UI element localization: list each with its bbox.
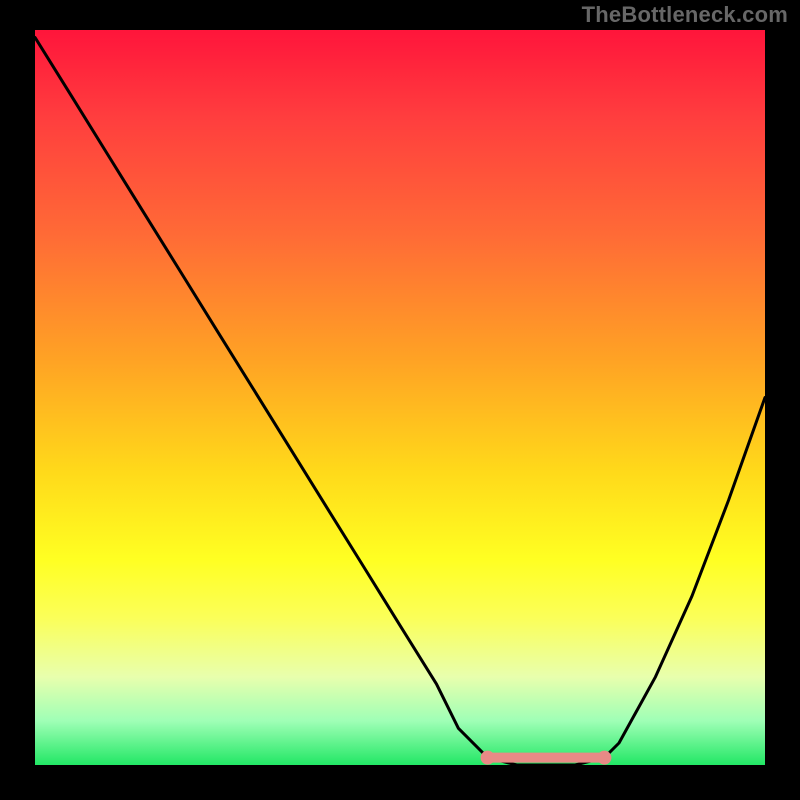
watermark-text: TheBottleneck.com [582, 2, 788, 28]
flat-region-markers [481, 751, 612, 765]
chart-stage: TheBottleneck.com [0, 0, 800, 800]
bottleneck-curve-path [35, 37, 765, 765]
flat-region-endpoint [481, 751, 495, 765]
plot-area [35, 30, 765, 765]
flat-region-endpoint [597, 751, 611, 765]
curve-svg [35, 30, 765, 765]
